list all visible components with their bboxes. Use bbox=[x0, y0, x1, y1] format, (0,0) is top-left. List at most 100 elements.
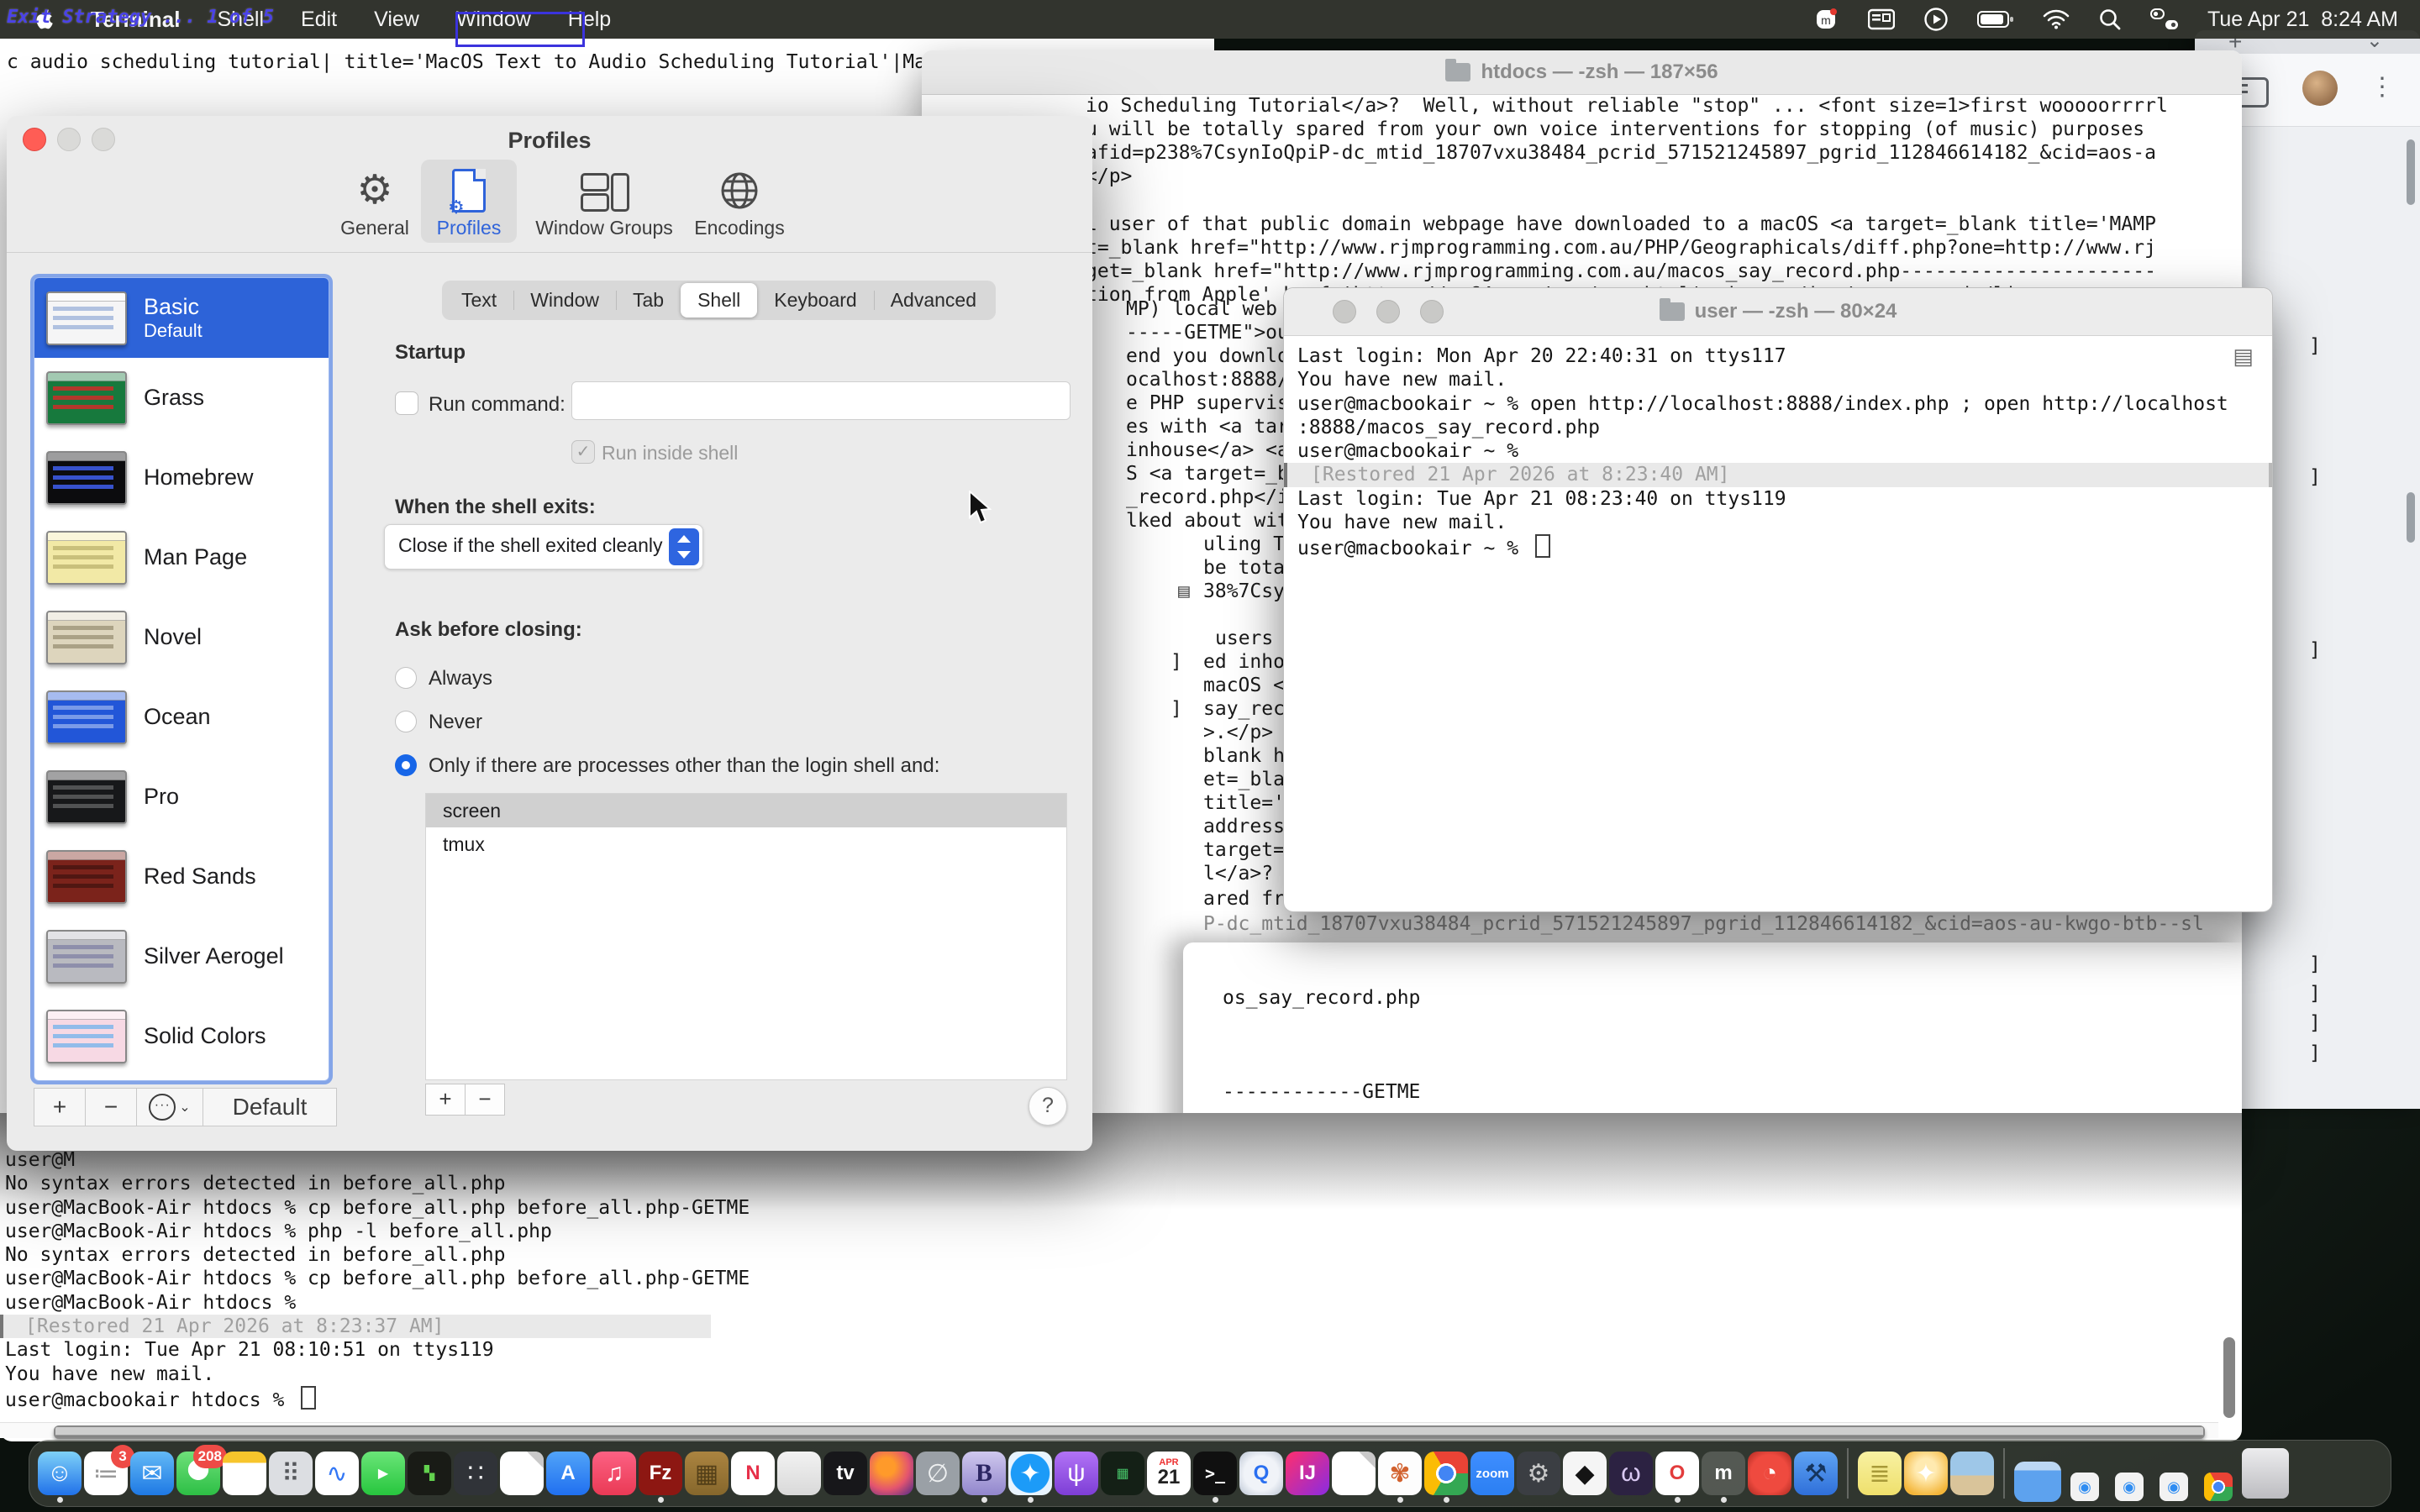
front-terminal-content[interactable]: user@MNo syntax errors detected in befor… bbox=[5, 1148, 2242, 1412]
run-inside-shell-checkbox[interactable]: ✓ bbox=[571, 440, 595, 464]
calendar[interactable]: 21 bbox=[1147, 1452, 1191, 1495]
front-terminal-window[interactable]: user@MNo syntax errors detected in befor… bbox=[0, 1113, 2242, 1441]
screen-time[interactable]: ∅ bbox=[916, 1452, 960, 1495]
profile-list-item[interactable]: Red Sands bbox=[34, 837, 329, 916]
radio-always[interactable] bbox=[395, 667, 417, 689]
filezilla[interactable]: Fz bbox=[639, 1452, 682, 1495]
menu-clock[interactable]: Tue Apr 21 8:24 AM bbox=[2207, 8, 2398, 32]
archive-brown[interactable]: ▦ bbox=[685, 1452, 729, 1495]
launchpad[interactable]: ⠿ bbox=[269, 1452, 313, 1495]
search-icon[interactable] bbox=[2098, 8, 2122, 31]
notes[interactable] bbox=[223, 1452, 266, 1495]
profile-list-item[interactable]: Man Page bbox=[34, 517, 329, 597]
mini-chrome[interactable] bbox=[2204, 1473, 2233, 1501]
profile-list[interactable]: Basic Default Grass Homebrew Man Pag bbox=[34, 277, 329, 1081]
profile-list-item[interactable]: Silver Aerogel bbox=[34, 916, 329, 996]
mini-safari-2[interactable]: ◉ bbox=[2115, 1473, 2144, 1501]
desktop-preview[interactable] bbox=[1950, 1452, 1994, 1495]
tab[interactable]: Keyboard bbox=[757, 283, 873, 318]
profile-list-item[interactable]: Grass bbox=[34, 358, 329, 438]
mini-safari-3[interactable]: ◉ bbox=[2160, 1473, 2188, 1501]
menu-view[interactable]: View bbox=[374, 8, 419, 32]
inkscape[interactable]: ◆ bbox=[1563, 1452, 1607, 1495]
finder[interactable]: ☺ bbox=[38, 1452, 82, 1495]
mail[interactable]: ✉ bbox=[130, 1452, 174, 1495]
process-list[interactable]: screentmux bbox=[425, 793, 1067, 1080]
scrollbar-thumb[interactable] bbox=[2407, 492, 2415, 543]
control-center-icon[interactable] bbox=[2150, 8, 2179, 30]
intellij[interactable]: IJ bbox=[1286, 1452, 1329, 1495]
code-dark[interactable]: ▦ bbox=[1101, 1452, 1144, 1495]
play-status-icon[interactable] bbox=[1923, 7, 1949, 32]
menu-edit[interactable]: Edit bbox=[301, 8, 337, 32]
tab[interactable]: Shell bbox=[681, 283, 757, 318]
settings-tabs[interactable]: TextWindowTabShellKeyboardAdvanced bbox=[442, 281, 996, 320]
shell-exit-popup[interactable]: Close if the shell exited cleanly bbox=[384, 524, 703, 570]
process-list-item[interactable]: screen bbox=[426, 794, 1066, 827]
zoom[interactable]: zoom bbox=[1470, 1452, 1514, 1495]
music[interactable]: ♫ bbox=[592, 1452, 636, 1495]
tab[interactable]: Text bbox=[445, 283, 513, 318]
add-process-button[interactable]: + bbox=[425, 1084, 466, 1116]
mini-safari-1[interactable]: ◉ bbox=[2070, 1473, 2099, 1501]
apple-tv[interactable]: tv bbox=[823, 1452, 867, 1495]
profile-list-item[interactable]: Homebrew bbox=[34, 438, 329, 517]
divider-2[interactable] bbox=[2003, 1448, 2005, 1499]
paint[interactable]: ✾ bbox=[1378, 1452, 1422, 1495]
profile-list-item[interactable]: Pro bbox=[34, 757, 329, 837]
process-list-item[interactable]: tmux bbox=[426, 827, 1066, 861]
terminal[interactable]: >_ bbox=[1193, 1452, 1237, 1495]
tab[interactable]: Tab bbox=[616, 283, 681, 318]
profile-list-item[interactable]: Basic Default bbox=[34, 278, 329, 358]
system-settings[interactable]: ⚙ bbox=[1517, 1452, 1560, 1495]
wifi-icon[interactable] bbox=[2043, 9, 2070, 29]
tab[interactable]: Window bbox=[513, 283, 616, 318]
gauge-app[interactable]: ◔ bbox=[1748, 1452, 1791, 1495]
profile-list-item[interactable]: Solid Colors bbox=[34, 996, 329, 1076]
facetime[interactable]: ▶ bbox=[361, 1452, 405, 1495]
htdocs-titlebar[interactable]: htdocs — -zsh — 187×56 bbox=[922, 50, 2242, 95]
status-app-icon[interactable]: m bbox=[1814, 7, 1839, 32]
run-command-input[interactable] bbox=[571, 381, 1071, 420]
remove-process-button[interactable]: − bbox=[465, 1084, 505, 1116]
textedit[interactable] bbox=[500, 1452, 544, 1495]
user-titlebar[interactable]: user — -zsh — 80×24 bbox=[1284, 288, 2272, 336]
stickies[interactable]: ≣ bbox=[1858, 1452, 1902, 1495]
tooth-app[interactable]: m bbox=[1702, 1452, 1745, 1495]
cat-app[interactable]: ω bbox=[1609, 1452, 1653, 1495]
vertical-scrollbar-thumb[interactable] bbox=[2223, 1337, 2235, 1418]
user-terminal-content[interactable]: Last login: Mon Apr 20 22:40:31 on ttys1… bbox=[1284, 336, 2272, 911]
radio-never[interactable] bbox=[395, 711, 417, 732]
divider-1[interactable] bbox=[1847, 1448, 1849, 1499]
battery-icon[interactable] bbox=[1977, 10, 2014, 29]
tab[interactable]: Advanced bbox=[874, 283, 993, 318]
profile-avatar[interactable] bbox=[2302, 71, 2338, 106]
default-button[interactable]: Default bbox=[203, 1088, 337, 1126]
trash[interactable] bbox=[2242, 1448, 2289, 1499]
freeform[interactable]: ∿ bbox=[315, 1452, 359, 1495]
keys-app[interactable] bbox=[777, 1452, 821, 1495]
opera[interactable]: O bbox=[1655, 1452, 1699, 1495]
hammer-app[interactable]: ⚒ bbox=[1794, 1452, 1838, 1495]
horizontal-scrollbar[interactable] bbox=[0, 1422, 2218, 1438]
bulb-app[interactable]: ✦ bbox=[1904, 1452, 1948, 1495]
terminal-profiles-window[interactable]: Profiles ⚙ General Profiles Window Group… bbox=[7, 116, 1092, 1151]
firefox[interactable] bbox=[870, 1452, 913, 1495]
quicktime[interactable]: Q bbox=[1239, 1452, 1283, 1495]
podcasts[interactable]: ψ bbox=[1055, 1452, 1098, 1495]
document[interactable] bbox=[1332, 1452, 1376, 1495]
toolbar-window-groups[interactable]: Window Groups bbox=[524, 165, 684, 239]
profile-list-item[interactable]: Novel bbox=[34, 597, 329, 677]
minimized-window[interactable] bbox=[2014, 1462, 2061, 1502]
bbedit[interactable]: B bbox=[962, 1452, 1006, 1495]
messages[interactable]: 208 bbox=[176, 1452, 220, 1495]
help-button[interactable]: ? bbox=[1028, 1087, 1067, 1126]
calculator[interactable]: ∷ bbox=[454, 1452, 497, 1495]
more-actions-button[interactable]: ··· ⌄ bbox=[136, 1088, 203, 1126]
app-store[interactable]: A bbox=[546, 1452, 590, 1495]
scrollbar-thumb[interactable] bbox=[2407, 139, 2415, 205]
reminders[interactable]: ≔ 3 bbox=[84, 1452, 128, 1495]
keyboard-status-icon[interactable] bbox=[1868, 8, 1895, 30]
user-terminal-window[interactable]: user — -zsh — 80×24 ▤ Last login: Mon Ap… bbox=[1283, 287, 2273, 912]
chrome[interactable] bbox=[1424, 1452, 1468, 1495]
